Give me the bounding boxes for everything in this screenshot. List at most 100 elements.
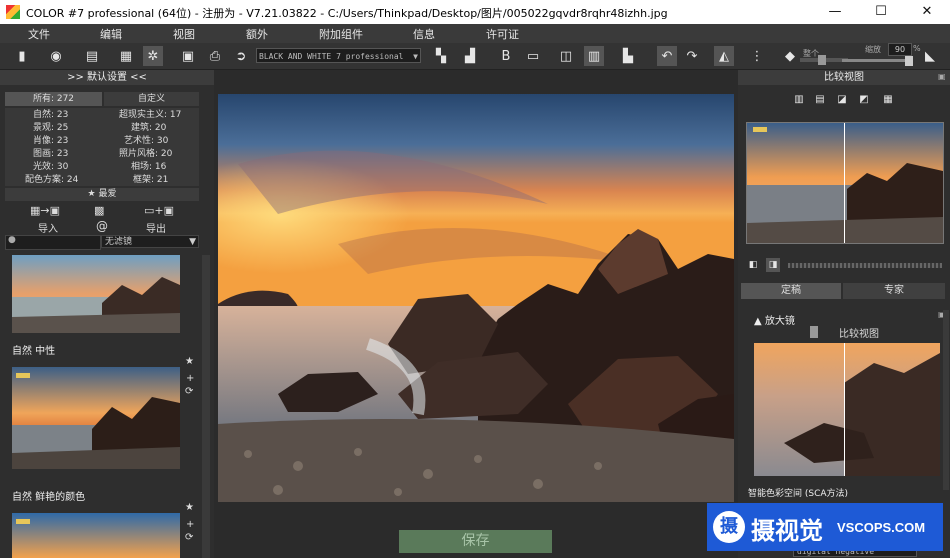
menu-file[interactable]: 文件 (28, 26, 50, 42)
preset-select[interactable]: BLACK AND WHITE 7 professional ▼ (256, 48, 421, 63)
flip-icon[interactable]: ◭ (714, 46, 734, 66)
crop-icon[interactable]: ▟ (460, 46, 480, 66)
preset-label: 自然 鲜艳的颜色 (12, 492, 86, 503)
layers-icon[interactable]: ▚ (431, 46, 451, 66)
view-diagonal-icon[interactable]: ◪ (834, 91, 850, 107)
raw-icon[interactable]: ▦ (116, 46, 136, 66)
category-item[interactable]: 框架: 21 (133, 174, 168, 187)
compare-preview[interactable] (746, 122, 944, 244)
refresh-icon[interactable]: ⟳ (185, 532, 193, 543)
presets-panel: >> 默认设置 << 所有: 272 自定义 自然: 23 超现实主义: 17 … (0, 70, 214, 558)
open-icon[interactable]: ◉ (46, 46, 66, 66)
magnifier-preview[interactable] (754, 343, 940, 476)
split-icon[interactable]: ◫ (556, 46, 576, 66)
pin-icon[interactable]: ▣ (938, 72, 946, 81)
preset-search-input[interactable]: ● (5, 235, 101, 250)
tab-fixed[interactable]: 定稿 (741, 283, 841, 299)
zoom-fit-icon[interactable]: ◆ (780, 46, 800, 66)
grid-icon[interactable]: ▩ (94, 204, 104, 217)
compare-label: 比较视图 (839, 329, 879, 340)
menu-license[interactable]: 许可证 (486, 26, 519, 42)
fullscreen-icon[interactable]: ◣ (920, 46, 940, 66)
refresh-icon[interactable]: ⟳ (185, 386, 193, 397)
preset-thumbnail[interactable] (12, 367, 180, 469)
zoom-slider[interactable] (842, 59, 912, 62)
category-item[interactable]: 艺术性: 30 (124, 135, 168, 148)
histogram-icon[interactable]: ▙ (618, 46, 638, 66)
watermark-badge-icon: 摄 (713, 511, 745, 543)
rotate-right-icon[interactable]: ↷ (682, 46, 702, 66)
import-icon[interactable]: ▦→▣ (30, 204, 60, 217)
more-icon[interactable]: ⋮ (747, 46, 767, 66)
magnifier-label[interactable]: ▲ 放大镜 (754, 312, 795, 327)
add-icon[interactable]: + (186, 373, 194, 384)
category-item[interactable]: 肖像: 23 (33, 135, 68, 148)
view-split-horizontal-icon[interactable]: ▤ (812, 91, 828, 107)
category-item[interactable]: 超现实主义: 17 (119, 109, 181, 122)
export-icon[interactable]: ▭+▣ (144, 204, 174, 217)
category-item[interactable]: 光效: 30 (33, 161, 68, 174)
share-icon[interactable]: ➲ (231, 46, 251, 66)
menu-info[interactable]: 信息 (413, 26, 435, 42)
toolbar: ▮ ◉ ▤ ▦ ✲ ▣ ⎙ ➲ BLACK AND WHITE 7 profes… (0, 43, 950, 70)
category-item[interactable]: 自然: 23 (33, 109, 68, 122)
batch-icon[interactable]: ▤ (82, 46, 102, 66)
scrollbar[interactable] (943, 310, 949, 490)
import-button[interactable]: 导入 (38, 220, 58, 235)
zoom-value[interactable]: 90 (888, 43, 912, 56)
star-icon[interactable]: ★ (185, 502, 194, 513)
menu-addons[interactable]: 附加组件 (319, 26, 363, 42)
category-grid: 自然: 23 超现实主义: 17 景观: 25 建筑: 20 肖像: 23 艺术… (5, 108, 199, 186)
effects-icon[interactable]: ✲ (143, 46, 163, 66)
history-slider[interactable] (788, 263, 942, 268)
mask-icon[interactable]: ▭ (523, 46, 543, 66)
after-icon[interactable]: ◨ (766, 258, 780, 272)
category-item[interactable]: 配色方案: 24 (25, 174, 78, 187)
view-grid-icon[interactable]: ▦ (880, 91, 896, 107)
thumbnail-image (12, 255, 180, 333)
tab-all[interactable]: 所有: 272 (5, 92, 102, 106)
tab-expert[interactable]: 专家 (843, 283, 945, 299)
favorites-button[interactable]: ★ 最爱 (5, 188, 199, 201)
category-item[interactable]: 建筑: 20 (131, 122, 166, 135)
view-diagonal-alt-icon[interactable]: ◩ (856, 91, 872, 107)
before-icon[interactable]: ◧ (746, 258, 760, 272)
maximize-button[interactable]: ☐ (858, 0, 904, 24)
star-icon[interactable]: ★ (185, 356, 194, 367)
minimize-button[interactable]: — (812, 0, 858, 24)
add-icon[interactable]: + (186, 519, 194, 530)
presets-header[interactable]: >> 默认设置 << (0, 70, 214, 85)
rotate-left-icon[interactable]: ↶ (657, 46, 677, 66)
close-button[interactable]: ✕ (904, 0, 950, 24)
window-title: COLOR #7 professional (64位) - 注册为 - V7.2… (26, 7, 668, 20)
brush-icon[interactable]: B (496, 46, 516, 66)
filter-select[interactable]: 无滤镜 ▼ (101, 235, 199, 248)
menu-edit[interactable]: 编辑 (100, 26, 122, 42)
category-item[interactable]: 景观: 25 (33, 122, 68, 135)
fit-slider-handle[interactable] (818, 55, 826, 65)
view-split-vertical-icon[interactable]: ▥ (791, 91, 807, 107)
category-item[interactable]: 照片风格: 20 (119, 148, 172, 161)
scrollbar[interactable] (202, 255, 210, 558)
print-icon[interactable]: ⎙ (205, 46, 225, 66)
preview-image (747, 123, 943, 243)
preset-thumbnail[interactable] (12, 513, 180, 558)
category-item[interactable]: 相场: 16 (131, 161, 166, 174)
export-button[interactable]: 导出 (146, 220, 166, 235)
at-icon[interactable]: @ (96, 219, 108, 233)
preset-thumbnail[interactable] (12, 255, 180, 333)
compare-toggle-icon[interactable] (810, 326, 818, 338)
landscape-photo (218, 94, 734, 502)
new-icon[interactable]: ▮ (12, 46, 32, 66)
category-item[interactable]: 图画: 23 (33, 148, 68, 161)
main-image[interactable] (218, 94, 734, 502)
save-icon[interactable]: ▣ (178, 46, 198, 66)
chevron-down-icon: ▼ (413, 52, 418, 61)
search-icon: ● (8, 235, 16, 245)
compare-icon[interactable]: ▥ (584, 46, 604, 66)
tab-custom[interactable]: 自定义 (104, 92, 199, 106)
menu-view[interactable]: 视图 (173, 26, 195, 42)
save-button[interactable]: 保存 (399, 530, 552, 553)
menu-extra[interactable]: 额外 (246, 26, 268, 42)
zoom-slider-handle[interactable] (905, 56, 913, 66)
